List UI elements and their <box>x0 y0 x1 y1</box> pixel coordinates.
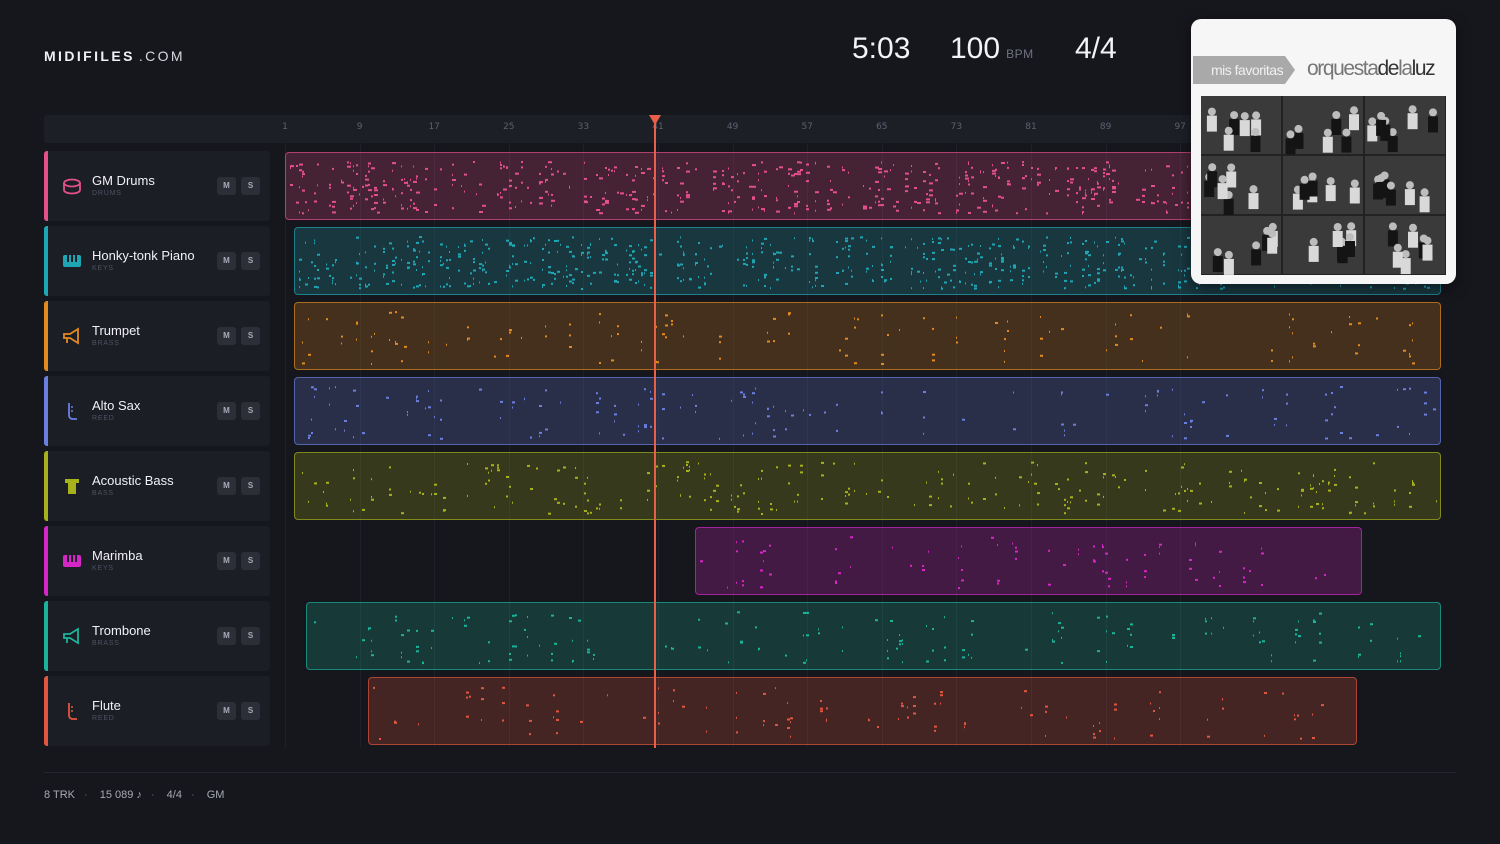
track-header[interactable]: Trombone BRASS M S <box>44 601 270 671</box>
track-category: KEYS <box>92 265 114 272</box>
grid-line <box>285 143 286 747</box>
solo-button[interactable]: S <box>241 702 260 720</box>
mute-button[interactable]: M <box>217 702 236 720</box>
ruler-tick: 17 <box>428 122 440 132</box>
track-category: KEYS <box>92 565 114 572</box>
track-category: DRUMS <box>92 190 122 197</box>
midi-clip[interactable] <box>695 527 1363 595</box>
meter-display: 4/4 <box>1075 32 1117 65</box>
drum-icon <box>61 175 83 197</box>
track-name: Trumpet <box>92 323 140 338</box>
solo-button[interactable]: S <box>241 477 260 495</box>
tempo-display: 100 BPM <box>950 32 1034 65</box>
album-artist: orquestadelaluz <box>1307 57 1436 80</box>
sax-icon <box>61 400 83 422</box>
track-name: Honky-tonk Piano <box>92 248 195 263</box>
track-color-stripe <box>44 376 48 446</box>
track-header[interactable]: GM Drums DRUMS M S <box>44 151 270 221</box>
solo-button[interactable]: S <box>241 627 260 645</box>
piano-icon <box>61 250 83 272</box>
midi-clip[interactable] <box>294 452 1442 520</box>
band-photo <box>1201 96 1446 275</box>
trumpet-icon <box>61 325 83 347</box>
solo-button[interactable]: S <box>241 327 260 345</box>
ruler-tick: 25 <box>503 122 515 132</box>
ruler-tick: 65 <box>876 122 888 132</box>
flute-icon <box>61 700 83 722</box>
track-color-stripe <box>44 151 48 221</box>
ruler-tick: 33 <box>577 122 590 132</box>
track-color-stripe <box>44 601 48 671</box>
ruler-tick: 57 <box>801 122 813 132</box>
track-header[interactable]: Acoustic Bass BASS M S <box>44 451 270 521</box>
track-header[interactable]: Alto Sax REED M S <box>44 376 270 446</box>
track-header[interactable]: Marimba KEYS M S <box>44 526 270 596</box>
midi-clip[interactable] <box>306 602 1442 670</box>
mute-button[interactable]: M <box>217 327 236 345</box>
midi-clip[interactable] <box>294 377 1442 445</box>
mute-button[interactable]: M <box>217 252 236 270</box>
midi-clip[interactable] <box>367 677 1358 745</box>
track-name: Flute <box>92 698 121 713</box>
solo-button[interactable]: S <box>241 177 260 195</box>
solo-button[interactable]: S <box>241 252 260 270</box>
mute-button[interactable]: M <box>217 552 236 570</box>
track-name: Acoustic Bass <box>92 473 174 488</box>
trombone-icon <box>61 625 83 647</box>
track-header[interactable]: Honky-tonk Piano KEYS M S <box>44 226 270 296</box>
ruler-tick: 89 <box>1099 122 1112 132</box>
mute-button[interactable]: M <box>217 177 236 195</box>
footer-divider <box>44 772 1456 773</box>
time-display: 5:03 <box>852 32 911 65</box>
ruler-tick: 1 <box>282 122 288 132</box>
track-color-stripe <box>44 451 48 521</box>
midi-clip[interactable] <box>294 302 1442 370</box>
solo-button[interactable]: S <box>241 402 260 420</box>
track-header[interactable]: Flute REED M S <box>44 676 270 746</box>
track-category: BASS <box>92 490 114 497</box>
album-tag: mis favoritas <box>1193 56 1295 84</box>
ruler-tick: 73 <box>950 122 963 132</box>
playhead[interactable] <box>654 118 656 748</box>
footer-meter: 4/4 <box>166 789 182 801</box>
track-name: Trombone <box>92 623 151 638</box>
album-cover: mis favoritas orquestadelaluz <box>1191 19 1456 284</box>
solo-button[interactable]: S <box>241 552 260 570</box>
track-color-stripe <box>44 301 48 371</box>
ruler-tick: 81 <box>1025 122 1037 132</box>
footer-note-count: 15 089 ♪ <box>99 789 142 801</box>
ruler-tick: 9 <box>356 122 363 132</box>
footer-stats: 8 TRK · 15 089 ♪ · 4/4 · GM <box>44 789 225 801</box>
track-category: BRASS <box>92 640 120 647</box>
mute-button[interactable]: M <box>217 477 236 495</box>
playhead-handle[interactable] <box>649 115 661 125</box>
brand-logo: MIDIFILES .COM <box>44 48 185 64</box>
track-name: Alto Sax <box>92 398 141 413</box>
ruler-tick: 97 <box>1174 122 1186 132</box>
track-category: REED <box>92 415 115 422</box>
track-category: BRASS <box>92 340 120 347</box>
track-name: GM Drums <box>92 173 155 188</box>
track-color-stripe <box>44 226 48 296</box>
footer-track-count: 8 TRK <box>44 789 75 801</box>
bass-icon <box>61 475 83 497</box>
ruler-tick: 49 <box>726 122 739 132</box>
track-header[interactable]: Trumpet BRASS M S <box>44 301 270 371</box>
track-color-stripe <box>44 526 48 596</box>
track-category: REED <box>92 715 115 722</box>
mute-button[interactable]: M <box>217 402 236 420</box>
track-color-stripe <box>44 676 48 746</box>
mute-button[interactable]: M <box>217 627 236 645</box>
track-name: Marimba <box>92 548 143 563</box>
marimba-icon <box>61 550 83 572</box>
footer-standard: GM <box>206 789 225 801</box>
